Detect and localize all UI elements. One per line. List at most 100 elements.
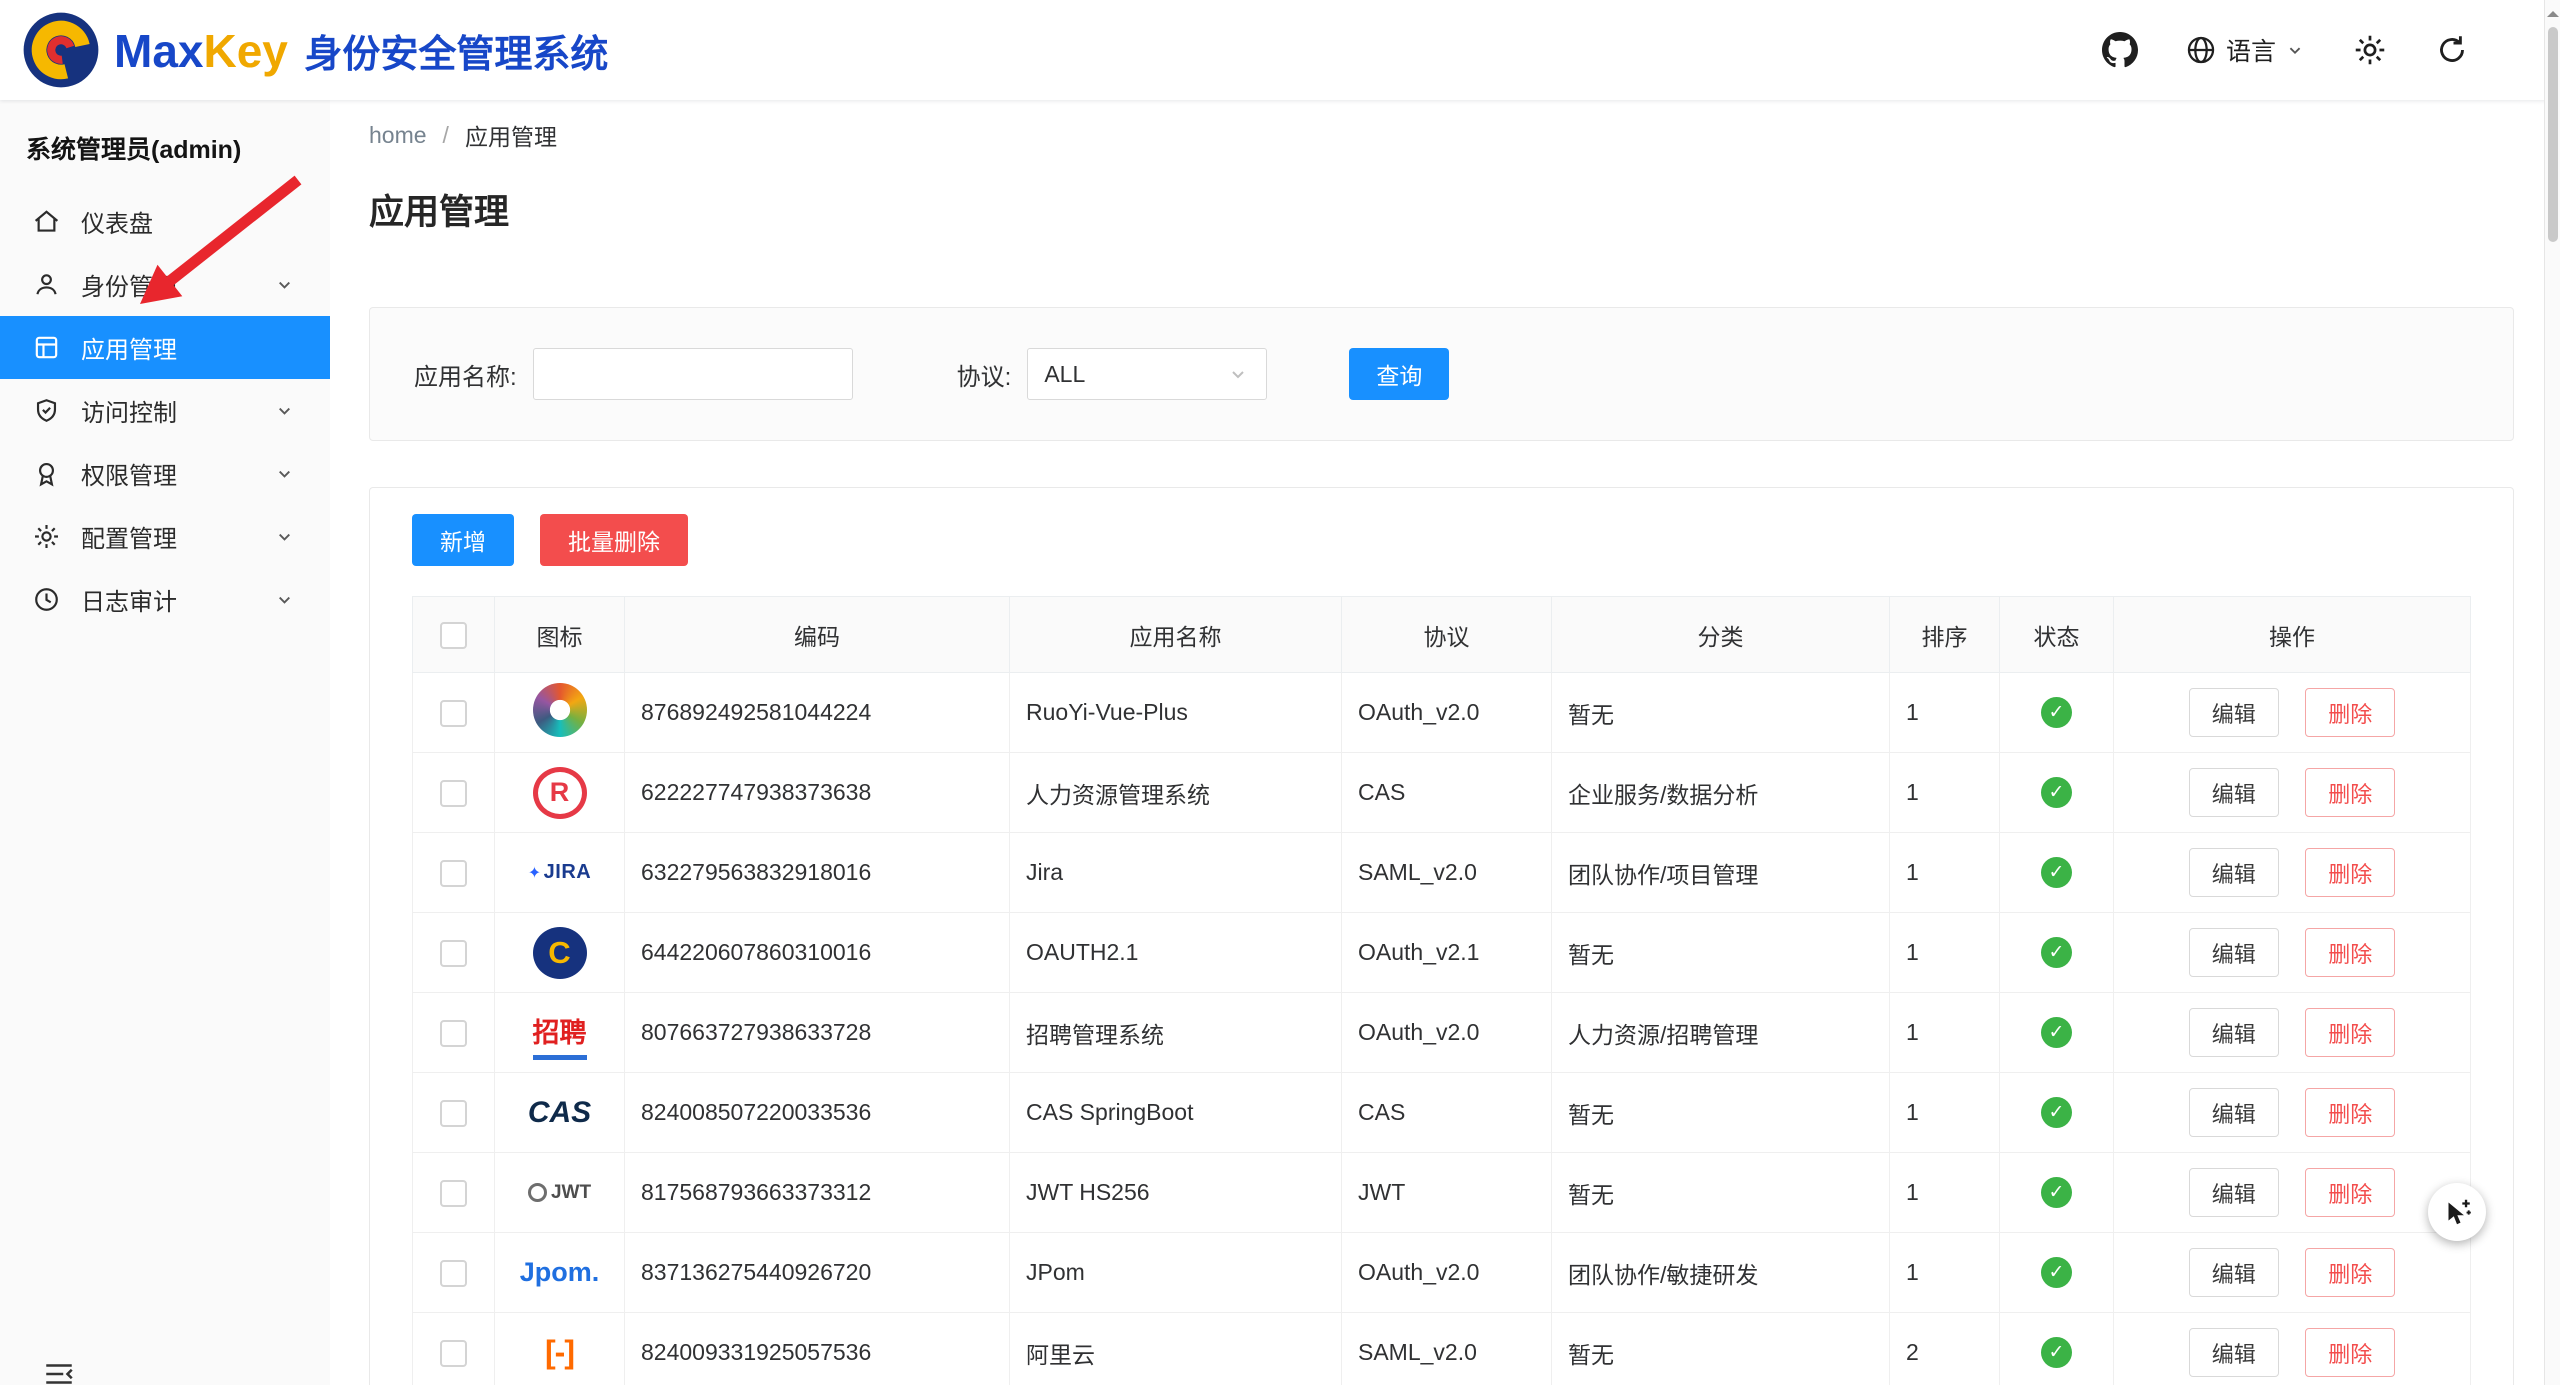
app-protocol: JWT — [1342, 1153, 1552, 1233]
row-checkbox[interactable] — [440, 1100, 467, 1127]
sidebar-item-permissions[interactable]: 权限管理 — [0, 442, 330, 505]
row-actions-cell: 编辑 删除 — [2114, 913, 2471, 993]
element-picker-cursor-icon — [2428, 1183, 2486, 1241]
app-icon-cell — [495, 673, 625, 753]
app-status-cell — [2000, 993, 2114, 1073]
select-all-checkbox[interactable] — [440, 622, 467, 649]
app-code: 632279563832918016 — [625, 833, 1010, 913]
scrollbar-thumb[interactable] — [2548, 27, 2558, 242]
app-icon-cell: C — [495, 913, 625, 993]
sidebar-item-identity[interactable]: 身份管理 — [0, 253, 330, 316]
delete-button[interactable]: 删除 — [2305, 1008, 2395, 1057]
breadcrumb-home[interactable]: home — [369, 122, 427, 149]
edit-button[interactable]: 编辑 — [2189, 1008, 2279, 1057]
row-actions-cell: 编辑 删除 — [2114, 1073, 2471, 1153]
applications-table: 图标 编码 应用名称 协议 分类 排序 状态 操作 — [412, 596, 2471, 1385]
batch-delete-button[interactable]: 批量删除 — [540, 514, 688, 566]
table-row: CAS 824008507220033536 CAS SpringBoot CA… — [413, 1073, 2471, 1153]
refresh-icon[interactable] — [2434, 32, 2470, 68]
app-category: 人力资源/招聘管理 — [1552, 993, 1890, 1073]
search-button[interactable]: 查询 — [1349, 348, 1449, 400]
language-menu[interactable]: 语言 — [2184, 32, 2306, 68]
sidebar-item-configuration[interactable]: 配置管理 — [0, 505, 330, 568]
breadcrumb-separator: / — [443, 122, 449, 149]
app-sort: 1 — [1890, 833, 2000, 913]
sidebar-item-audit-log[interactable]: 日志审计 — [0, 568, 330, 631]
delete-button[interactable]: 删除 — [2305, 688, 2395, 737]
row-checkbox-cell — [413, 993, 495, 1073]
app-icon-cell: R — [495, 753, 625, 833]
table-toolbar: 新增 批量删除 — [412, 514, 2471, 566]
page-scrollbar[interactable] — [2544, 0, 2560, 1385]
edit-button[interactable]: 编辑 — [2189, 1328, 2279, 1377]
app-sort: 1 — [1890, 993, 2000, 1073]
app-status-cell — [2000, 1313, 2114, 1385]
sidebar-item-label: 权限管理 — [81, 456, 177, 491]
filter-panel: 应用名称: 协议: ALL 查询 — [369, 307, 2514, 441]
sidebar-nav: 仪表盘 身份管理 应用管理 访问控制 权限管理 — [0, 190, 330, 631]
protocol-select-value: ALL — [1044, 361, 1085, 388]
sidebar-item-dashboard[interactable]: 仪表盘 — [0, 190, 330, 253]
app-name-input[interactable] — [533, 348, 853, 400]
app-code: 824009331925057536 — [625, 1313, 1010, 1385]
column-header: 操作 — [2114, 597, 2471, 673]
row-checkbox[interactable] — [440, 700, 467, 727]
chevron-down-icon — [273, 525, 296, 548]
delete-button[interactable]: 删除 — [2305, 928, 2395, 977]
column-header: 协议 — [1342, 597, 1552, 673]
app-protocol: CAS — [1342, 1073, 1552, 1153]
edit-button[interactable]: 编辑 — [2189, 1088, 2279, 1137]
sidebar-item-access-control[interactable]: 访问控制 — [0, 379, 330, 442]
app-protocol: OAuth_v2.0 — [1342, 993, 1552, 1073]
status-active-icon — [2041, 1257, 2072, 1288]
delete-button[interactable]: 删除 — [2305, 1168, 2395, 1217]
edit-button[interactable]: 编辑 — [2189, 1248, 2279, 1297]
add-button[interactable]: 新增 — [412, 514, 514, 566]
row-checkbox[interactable] — [440, 1340, 467, 1367]
app-code: 824008507220033536 — [625, 1073, 1010, 1153]
delete-button[interactable]: 删除 — [2305, 1328, 2395, 1377]
chevron-down-icon — [273, 588, 296, 611]
row-checkbox[interactable] — [440, 780, 467, 807]
app-status-cell — [2000, 1153, 2114, 1233]
row-actions-cell: 编辑 删除 — [2114, 1313, 2471, 1385]
sidebar-item-label: 仪表盘 — [81, 204, 153, 239]
app-code: 807663727938633728 — [625, 993, 1010, 1073]
admin-user-label: 系统管理员(admin) — [0, 100, 330, 190]
edit-button[interactable]: 编辑 — [2189, 928, 2279, 977]
edit-button[interactable]: 编辑 — [2189, 848, 2279, 897]
scrollbar-up-arrow-icon[interactable] — [2547, 5, 2559, 17]
column-header: 图标 — [495, 597, 625, 673]
row-checkbox[interactable] — [440, 1260, 467, 1287]
chevron-down-icon — [273, 462, 296, 485]
row-checkbox[interactable] — [440, 1020, 467, 1047]
sidebar-collapse-icon[interactable] — [42, 1357, 76, 1385]
delete-button[interactable]: 删除 — [2305, 768, 2395, 817]
column-header: 分类 — [1552, 597, 1890, 673]
top-header: MaxKey 身份安全管理系统 语言 — [0, 0, 2560, 100]
app-name: 招聘管理系统 — [1010, 993, 1342, 1073]
row-checkbox[interactable] — [440, 860, 467, 887]
delete-button[interactable]: 删除 — [2305, 848, 2395, 897]
app-name: RuoYi-Vue-Plus — [1010, 673, 1342, 753]
table-row: 招聘 807663727938633728 招聘管理系统 OAuth_v2.0 … — [413, 993, 2471, 1073]
delete-button[interactable]: 删除 — [2305, 1088, 2395, 1137]
protocol-select[interactable]: ALL — [1027, 348, 1267, 400]
table-panel: 新增 批量删除 图标 编码 应用名称 协议 — [369, 487, 2514, 1385]
app-icon-cell: Jpom. — [495, 1233, 625, 1313]
row-checkbox-cell — [413, 1073, 495, 1153]
row-checkbox[interactable] — [440, 940, 467, 967]
sidebar-item-applications[interactable]: 应用管理 — [0, 316, 330, 379]
edit-button[interactable]: 编辑 — [2189, 768, 2279, 817]
edit-button[interactable]: 编辑 — [2189, 688, 2279, 737]
app-sort: 1 — [1890, 1073, 2000, 1153]
edit-button[interactable]: 编辑 — [2189, 1168, 2279, 1217]
row-checkbox[interactable] — [440, 1180, 467, 1207]
delete-button[interactable]: 删除 — [2305, 1248, 2395, 1297]
app-sort: 2 — [1890, 1313, 2000, 1385]
github-icon[interactable] — [2102, 32, 2138, 68]
home-icon — [32, 207, 61, 236]
app-protocol: OAuth_v2.0 — [1342, 1233, 1552, 1313]
app-name-filter-label: 应用名称: — [414, 357, 517, 392]
settings-icon[interactable] — [2352, 32, 2388, 68]
